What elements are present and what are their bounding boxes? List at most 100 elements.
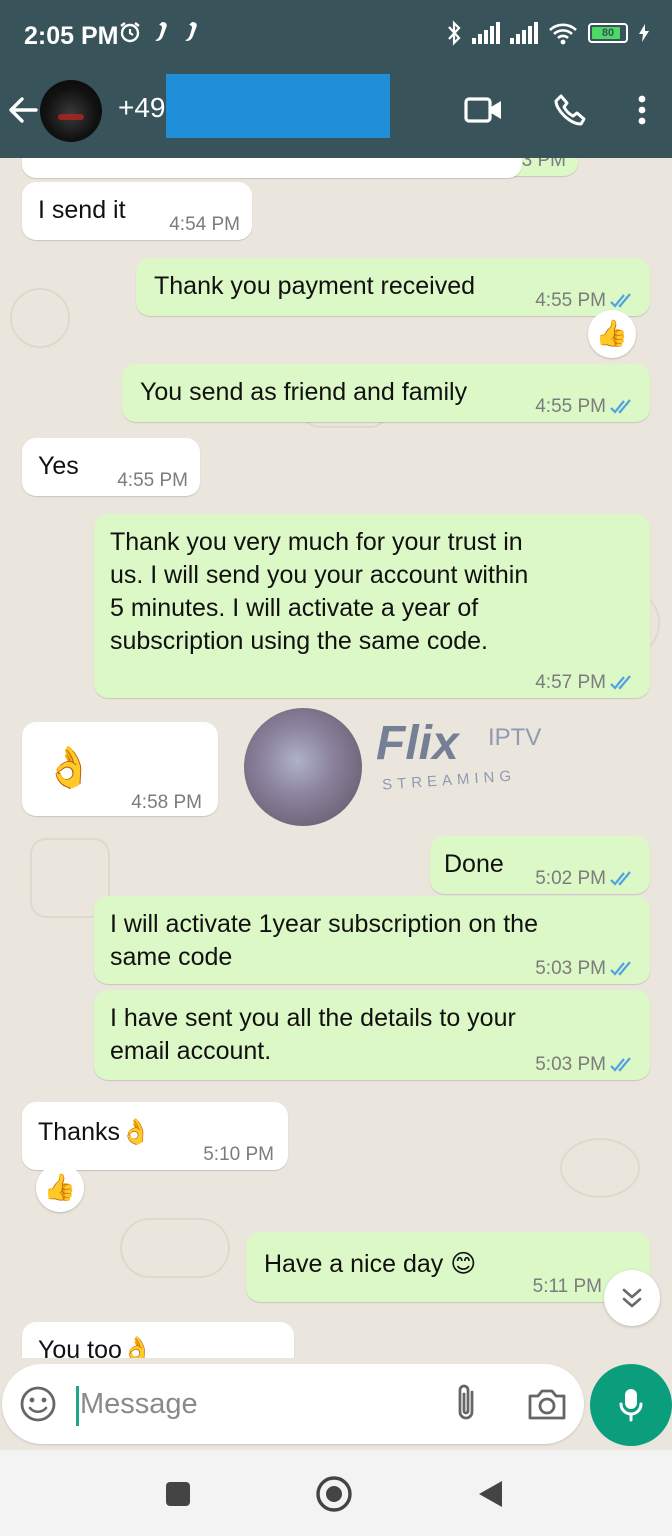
- battery-level: 80: [601, 27, 615, 39]
- video-call-button[interactable]: [462, 88, 506, 132]
- message-time: 4:57 PM: [535, 666, 636, 699]
- scroll-to-bottom-button[interactable]: [604, 1270, 660, 1326]
- read-ticks-icon: [610, 960, 631, 976]
- watermark-logo: Flix IPTV STREAMING: [244, 708, 564, 828]
- contact-name[interactable]: +49: [118, 92, 166, 124]
- microphone-icon: [619, 1389, 643, 1422]
- message-bubble[interactable]: I have sent you all the details to your …: [94, 990, 650, 1080]
- message-field[interactable]: [2, 1364, 584, 1444]
- message-time: 5:03 PM: [535, 1048, 636, 1081]
- message-bubble[interactable]: Thanks👌 5:10 PM: [22, 1102, 288, 1170]
- message-input[interactable]: [80, 1380, 420, 1428]
- message-line: us. I will send you your account within: [110, 561, 529, 589]
- message-bubble[interactable]: I will activate 1year subscription on th…: [94, 896, 650, 984]
- time-text: 4:55 PM: [535, 396, 606, 417]
- message-bubble[interactable]: Yes 4:55 PM: [22, 438, 200, 496]
- chat-header: +49: [0, 72, 672, 158]
- message-text: You send as friend and family: [140, 378, 468, 406]
- message-line: subscription using the same code.: [110, 627, 488, 655]
- message-time: 4:58 PM: [131, 792, 202, 813]
- message-time: 5:03 PM: [535, 952, 636, 985]
- thumbs-up-icon: 👍: [595, 319, 629, 349]
- more-options-icon: [638, 95, 646, 125]
- message-bubble[interactable]: Thank you payment received 4:55 PM: [136, 258, 650, 316]
- voice-call-icon: [554, 94, 586, 126]
- back-arrow-icon: [9, 97, 38, 123]
- message-line: email account.: [110, 1037, 272, 1065]
- compose-bar: [0, 1358, 672, 1450]
- status-bar: 2:05 PM 80: [0, 0, 672, 72]
- message-bubble[interactable]: Have a nice day 😊 5:11 PM: [246, 1232, 650, 1302]
- recents-button[interactable]: [158, 1474, 198, 1514]
- charging-icon: [639, 24, 649, 42]
- wallpaper-doodle: [10, 288, 70, 348]
- message-line: Thank you very much for your trust in: [110, 528, 523, 556]
- voice-message-button[interactable]: [590, 1364, 672, 1446]
- watermark-emblem: [244, 708, 362, 826]
- time-text: 4:55 PM: [535, 290, 606, 311]
- time-text: 5:02 PM: [535, 868, 606, 889]
- signal-icon: [472, 22, 500, 44]
- more-options-button[interactable]: [620, 88, 664, 132]
- attach-icon[interactable]: [446, 1382, 486, 1426]
- time-text: 5:03 PM: [535, 958, 606, 979]
- message-time: 4:55 PM: [117, 470, 188, 491]
- message-text: Thank you payment received: [154, 272, 476, 300]
- system-back-button[interactable]: [470, 1474, 510, 1514]
- home-icon: [316, 1476, 352, 1512]
- reaction-badge[interactable]: 👍: [36, 1164, 84, 1212]
- message-text: You too👌: [38, 1336, 154, 1358]
- time-text: 4:57 PM: [535, 672, 606, 693]
- voice-call-button[interactable]: [548, 88, 592, 132]
- status-time: 2:05 PM: [24, 22, 119, 50]
- watermark-tagline: STREAMING: [381, 767, 517, 794]
- message-bubble[interactable]: I send it 4:54 PM: [22, 182, 252, 240]
- message-time: 5:11 PM: [532, 1276, 602, 1297]
- read-ticks-icon: [610, 1056, 631, 1072]
- message-bubble[interactable]: You send as friend and family 4:55 PM: [122, 364, 650, 422]
- message-bubble[interactable]: 👌 4:58 PM: [22, 722, 218, 816]
- watermark-brand: Flix: [376, 717, 459, 770]
- signal-icon: [510, 22, 538, 44]
- status-left-icons: [118, 20, 202, 44]
- camera-icon[interactable]: [526, 1384, 568, 1424]
- message-bubble[interactable]: You too👌: [22, 1322, 294, 1358]
- wifi-icon: [549, 23, 577, 45]
- back-icon: [479, 1481, 502, 1507]
- reaction-badge[interactable]: 👍: [588, 310, 636, 358]
- message-bubble[interactable]: Done 5:02 PM: [430, 836, 650, 894]
- message-time: 5:02 PM: [535, 862, 636, 895]
- read-ticks-icon: [610, 292, 631, 308]
- message-text: I send it: [38, 196, 126, 224]
- read-ticks-icon: [610, 674, 631, 690]
- redaction-box: [166, 74, 390, 138]
- battery-icon: 80: [588, 23, 628, 43]
- message-bubble[interactable]: Thank you very much for your trust in us…: [94, 514, 650, 698]
- recents-icon: [166, 1482, 190, 1506]
- system-navigation-bar: [0, 1450, 672, 1536]
- message-line: same code: [110, 943, 233, 971]
- wallpaper-doodle: [560, 1138, 640, 1198]
- read-ticks-icon: [610, 398, 631, 414]
- message-line: I have sent you all the details to your: [110, 1004, 516, 1032]
- message-text: Yes: [38, 452, 79, 480]
- emoji-icon[interactable]: [18, 1384, 58, 1424]
- bluetooth-icon: [448, 20, 461, 46]
- text-cursor: [76, 1386, 79, 1426]
- read-ticks-icon: [610, 870, 631, 886]
- message-time: 4:54 PM: [169, 214, 240, 235]
- home-button[interactable]: [314, 1474, 354, 1514]
- time-text: 5:03 PM: [535, 1054, 606, 1075]
- message-time: 5:10 PM: [203, 1144, 274, 1165]
- alarm-icon: [120, 22, 140, 43]
- back-button[interactable]: [6, 90, 40, 130]
- message-line: 5 minutes. I will activate a year of: [110, 594, 479, 622]
- notification-icon: [155, 22, 167, 41]
- ok-hand-emoji: 👌: [44, 745, 94, 791]
- message-bubble-partial[interactable]: [22, 158, 522, 178]
- message-text: Done: [444, 850, 504, 878]
- chat-area[interactable]: 4:53 PM I send it 4:54 PM Thank you paym…: [0, 158, 672, 1358]
- thumbs-up-icon: 👍: [43, 1173, 77, 1203]
- contact-avatar[interactable]: [40, 80, 102, 142]
- double-chevron-down-icon: [622, 1288, 642, 1308]
